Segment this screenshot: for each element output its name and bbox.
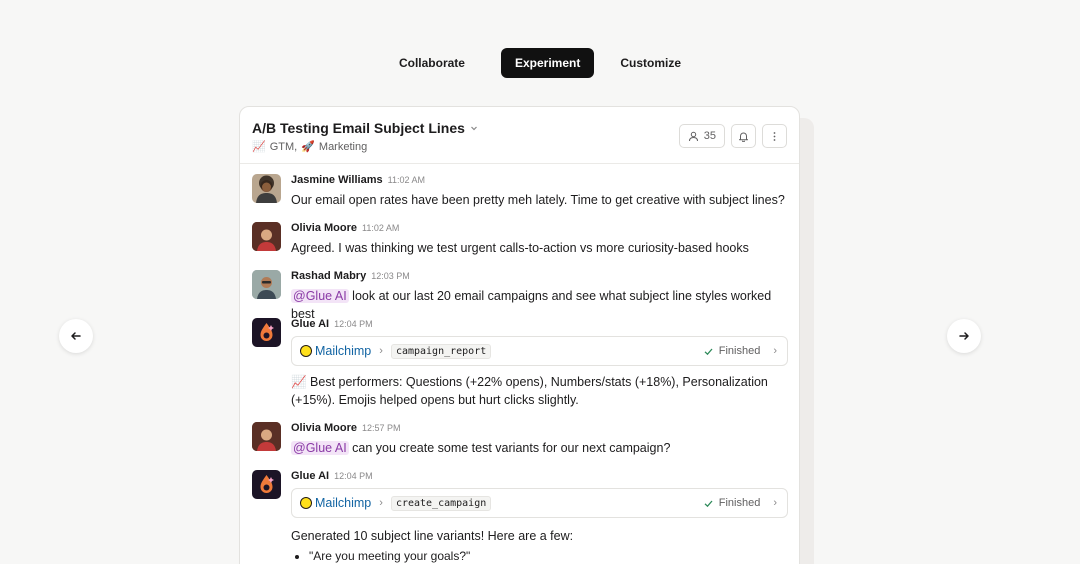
mention-glue-ai[interactable]: @Glue AI <box>291 289 349 303</box>
members-button[interactable]: 35 <box>678 124 725 148</box>
message-author[interactable]: Glue AI <box>291 470 329 482</box>
message: Olivia Moore 11:02 AM Agreed. I was thin… <box>252 222 787 270</box>
more-options-button[interactable] <box>762 124 787 148</box>
message: Jasmine Williams 11:02 AM Our email open… <box>252 174 787 222</box>
tool-action: create_campaign <box>390 495 492 511</box>
message: Rashad Mabry 12:03 PM @Glue AI look at o… <box>252 270 787 321</box>
message: Olivia Moore 12:57 PM @Glue AI can you c… <box>252 422 787 470</box>
message-time: 11:02 AM <box>387 175 425 185</box>
tool-name: Mailchimp <box>315 496 372 510</box>
member-count: 35 <box>703 130 716 142</box>
message-author[interactable]: Olivia Moore <box>291 222 357 234</box>
chevron-right-icon: › <box>379 497 383 509</box>
feature-tabs: Collaborate Experiment Customize <box>0 48 1080 78</box>
avatar <box>252 270 281 299</box>
rocket-emoji-icon: 🚀 <box>301 141 315 153</box>
tool-call-row[interactable]: Mailchimp › campaign_report Finished › <box>291 336 788 366</box>
mention-glue-ai[interactable]: @Glue AI <box>291 441 349 455</box>
list-item: "Are you meeting your goals?" <box>309 547 787 564</box>
glue-ai-avatar <box>252 470 281 499</box>
tool-status: Finished › <box>703 497 777 509</box>
glue-ai-avatar <box>252 318 281 347</box>
tab-experiment[interactable]: Experiment <box>500 48 595 78</box>
check-icon <box>704 500 713 507</box>
chevron-down-icon <box>470 126 477 131</box>
notifications-button[interactable] <box>731 124 756 148</box>
check-icon <box>704 348 713 355</box>
message-time: 12:03 PM <box>371 271 410 281</box>
header-actions: 35 <box>678 124 787 148</box>
bell-icon <box>739 132 748 142</box>
chart-emoji-icon: 📈 <box>252 141 266 153</box>
tool-name: Mailchimp <box>315 344 372 358</box>
tag-gtm: GTM, <box>269 140 298 153</box>
channel-card: A/B Testing Email Subject Lines 📈 GTM, 🚀… <box>239 106 800 564</box>
message-text: Agreed. I was thinking we test urgent ca… <box>291 241 749 255</box>
avatar <box>252 222 281 251</box>
tab-collaborate[interactable]: Collaborate <box>385 48 479 78</box>
person-icon <box>688 131 698 141</box>
message-list: Jasmine Williams 11:02 AM Our email open… <box>240 164 799 564</box>
arrow-right-icon <box>959 332 969 340</box>
message: Glue AI 12:04 PM Mailchimp › campaign_re… <box>252 318 788 422</box>
message-time: 12:04 PM <box>334 471 373 481</box>
message-text: look at our last 20 email campaigns and … <box>291 289 772 321</box>
chevron-right-icon: › <box>773 497 777 509</box>
tab-customize[interactable]: Customize <box>606 48 695 78</box>
message-text: Our email open rates have been pretty me… <box>291 193 785 207</box>
variant-list: "Are you meeting your goals?" <box>291 547 787 564</box>
previous-button[interactable] <box>59 319 93 353</box>
avatar <box>252 422 281 451</box>
channel-title-text: A/B Testing Email Subject Lines <box>252 120 465 136</box>
avatar <box>252 174 281 203</box>
next-button[interactable] <box>947 319 981 353</box>
channel-header: A/B Testing Email Subject Lines 📈 GTM, 🚀… <box>240 107 799 164</box>
tool-action: campaign_report <box>390 343 492 359</box>
status-label: Finished <box>718 497 761 509</box>
mailchimp-logo-icon <box>300 497 312 509</box>
message-author[interactable]: Rashad Mabry <box>291 270 366 282</box>
message-time: 11:02 AM <box>362 223 400 233</box>
status-label: Finished <box>718 345 761 357</box>
mailchimp-logo-icon <box>300 345 312 357</box>
tag-marketing: Marketing <box>318 140 368 153</box>
message-text: can you create some test variants for ou… <box>352 441 671 455</box>
chevron-right-icon: › <box>773 345 777 357</box>
message: Glue AI 12:04 PM Mailchimp › create_camp… <box>252 470 788 564</box>
message-author[interactable]: Olivia Moore <box>291 422 357 434</box>
message-time: 12:57 PM <box>362 423 401 433</box>
message-text: 📈 Best performers: Questions (+22% opens… <box>291 375 768 407</box>
message-author[interactable]: Glue AI <box>291 318 329 330</box>
chevron-right-icon: › <box>379 345 383 357</box>
message-author[interactable]: Jasmine Williams <box>291 174 383 186</box>
arrow-left-icon <box>71 332 81 340</box>
more-vertical-icon <box>773 131 776 141</box>
message-time: 12:04 PM <box>334 319 373 329</box>
tool-call-row[interactable]: Mailchimp › create_campaign Finished › <box>291 488 788 518</box>
message-text: Generated 10 subject line variants! Here… <box>291 529 574 543</box>
tool-status: Finished › <box>703 345 777 357</box>
